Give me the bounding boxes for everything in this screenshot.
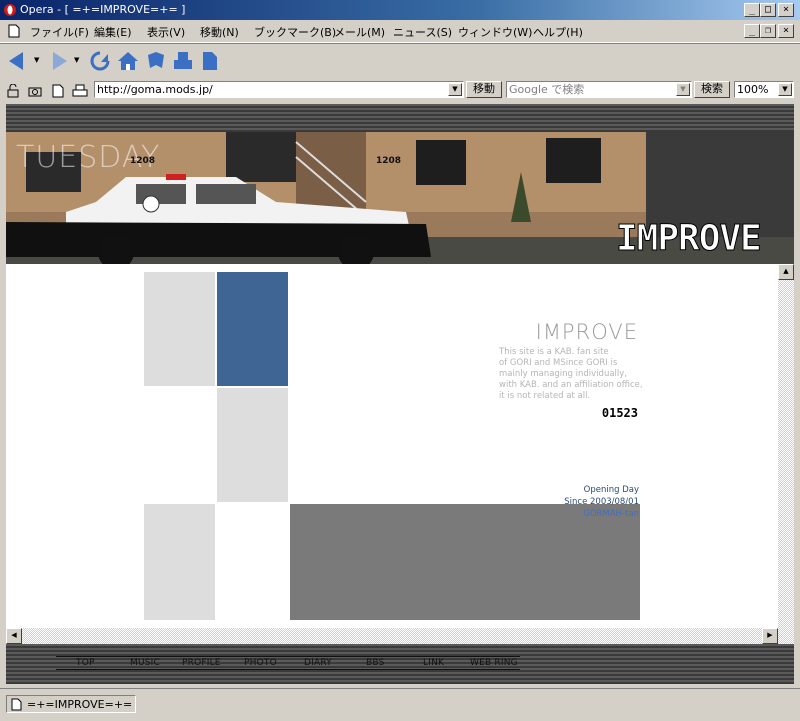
minimize-button[interactable]: _: [744, 3, 760, 17]
gray-tile-2: [217, 388, 288, 502]
web-page: TUESDAY 1208 1208 IMPROVE IMPROVE This s…: [6, 104, 794, 684]
nav-profile[interactable]: PROFILE: [182, 658, 221, 668]
status-bar: =+=IMPROVE=+=: [0, 688, 800, 721]
description-line-1: This site is a KAB. fan site: [499, 347, 609, 357]
home-icon[interactable]: [116, 50, 138, 72]
address-url: http://goma.mods.jp/: [97, 83, 213, 96]
navigation-toolbar: ▼ ▼: [0, 43, 800, 78]
header-banner: TUESDAY 1208 1208 IMPROVE: [6, 132, 794, 264]
opening-info: Opening Day Since 2003/08/01 GORMAH-tan: [506, 484, 639, 520]
printer-small-icon[interactable]: [72, 84, 88, 98]
content-block: [290, 504, 640, 620]
status-text: =+=IMPROVE=+=: [27, 698, 133, 711]
search-dropdown-icon[interactable]: ▼: [676, 83, 690, 96]
nav-web-ring[interactable]: WEB RING: [470, 658, 518, 668]
print-icon[interactable]: [172, 50, 194, 72]
menu-help[interactable]: ヘルプ(H): [533, 24, 583, 40]
maximize-button[interactable]: □: [760, 3, 776, 17]
scroll-up-button[interactable]: ▲: [778, 264, 794, 280]
forward-dropdown-icon[interactable]: ▼: [74, 56, 79, 64]
document-icon: [8, 24, 20, 38]
nav-music[interactable]: MUSIC: [130, 658, 160, 668]
search-placeholder: Google で検索: [509, 83, 585, 96]
search-button[interactable]: 検索: [694, 81, 730, 98]
gray-tile-3: [144, 504, 215, 620]
reload-icon[interactable]: [88, 50, 110, 72]
description-line-5: it is not related at all.: [499, 391, 591, 401]
nav-rule-bottom: [56, 669, 520, 670]
hotlist-icon[interactable]: [145, 50, 167, 72]
nav-link[interactable]: LINK: [423, 658, 444, 668]
opening-day: Opening Day: [583, 485, 639, 495]
back-dropdown-icon[interactable]: ▼: [34, 56, 39, 64]
zoom-dropdown-icon[interactable]: ▼: [778, 83, 792, 96]
description-line-2: of GORI and MSince GORI is: [499, 358, 618, 368]
status-page-icon: [11, 698, 22, 711]
close-button[interactable]: ×: [778, 3, 794, 17]
forward-arrow-icon[interactable]: [48, 50, 70, 72]
site-title: IMPROVE: [535, 320, 638, 344]
menu-view[interactable]: 表示(V): [147, 24, 185, 40]
banner-sign-right: 1208: [376, 156, 402, 166]
menu-news[interactable]: ニュース(S): [393, 24, 452, 40]
visit-counter: 01523: [601, 406, 638, 420]
nav-top[interactable]: TOP: [76, 658, 95, 668]
menu-file[interactable]: ファイル(F): [30, 24, 89, 40]
title-bar: Opera - [ =+=IMPROVE=+= ] _ □ ×: [0, 0, 800, 20]
doc-minimize-button[interactable]: _: [744, 24, 760, 38]
site-description: This site is a KAB. fan site of GORI and…: [499, 347, 649, 402]
banner-logo: IMPROVE: [616, 218, 763, 260]
nav-photo[interactable]: PHOTO: [244, 658, 277, 668]
top-stripe: [6, 104, 794, 132]
gray-tile-1: [144, 272, 215, 386]
scroll-right-button[interactable]: ▶: [762, 628, 778, 644]
nav-bbs[interactable]: BBS: [366, 658, 385, 668]
address-input[interactable]: http://goma.mods.jp/ ▼: [94, 81, 464, 98]
vertical-scrollbar[interactable]: ▲: [778, 264, 794, 644]
back-arrow-icon[interactable]: [6, 50, 28, 72]
window-title: Opera - [ =+=IMPROVE=+= ]: [20, 3, 186, 16]
nav-diary[interactable]: DIARY: [304, 658, 332, 668]
menu-edit[interactable]: 編集(E): [94, 24, 132, 40]
security-lock-icon[interactable]: [6, 84, 20, 98]
menu-window[interactable]: ウィンドウ(W): [458, 24, 532, 40]
nav-rule-top: [56, 656, 520, 657]
description-line-3: mainly managing individually,: [499, 369, 628, 379]
banner-sign-left: 1208: [130, 156, 156, 166]
address-dropdown-icon[interactable]: ▼: [448, 83, 462, 96]
description-line-4: with KAB. and an affiliation office,: [499, 380, 643, 390]
bottom-nav-bar: TOP MUSIC PROFILE PHOTO DIARY BBS LINK W…: [6, 644, 794, 684]
since-date: Since 2003/08/01: [564, 497, 639, 507]
opera-logo-icon: [4, 4, 16, 16]
camera-icon[interactable]: [28, 84, 42, 98]
search-input[interactable]: Google で検索 ▼: [506, 81, 692, 98]
blue-tile: [217, 272, 288, 386]
go-button[interactable]: 移動: [466, 81, 502, 98]
doc-restore-button[interactable]: ❐: [760, 24, 776, 38]
address-toolbar: http://goma.mods.jp/ ▼ 移動 Google で検索 ▼ 検…: [0, 78, 800, 102]
page-icon[interactable]: [52, 84, 64, 98]
scroll-left-button[interactable]: ◀: [6, 628, 22, 644]
menu-mail[interactable]: メール(M): [334, 24, 385, 40]
horizontal-scrollbar[interactable]: ◀ ▶: [6, 628, 778, 644]
zoom-value: 100%: [737, 83, 769, 96]
author-link[interactable]: GORMAH-tan: [506, 508, 639, 520]
menu-navigate[interactable]: 移動(N): [200, 24, 239, 40]
doc-close-button[interactable]: ×: [778, 24, 794, 38]
status-panel: =+=IMPROVE=+=: [6, 695, 136, 713]
menu-bookmarks[interactable]: ブックマーク(B): [254, 24, 336, 40]
new-page-icon[interactable]: [200, 50, 222, 72]
zoom-select[interactable]: 100% ▼: [734, 81, 794, 98]
menu-bar: ファイル(F) 編集(E) 表示(V) 移動(N) ブックマーク(B) メール(…: [0, 20, 800, 43]
